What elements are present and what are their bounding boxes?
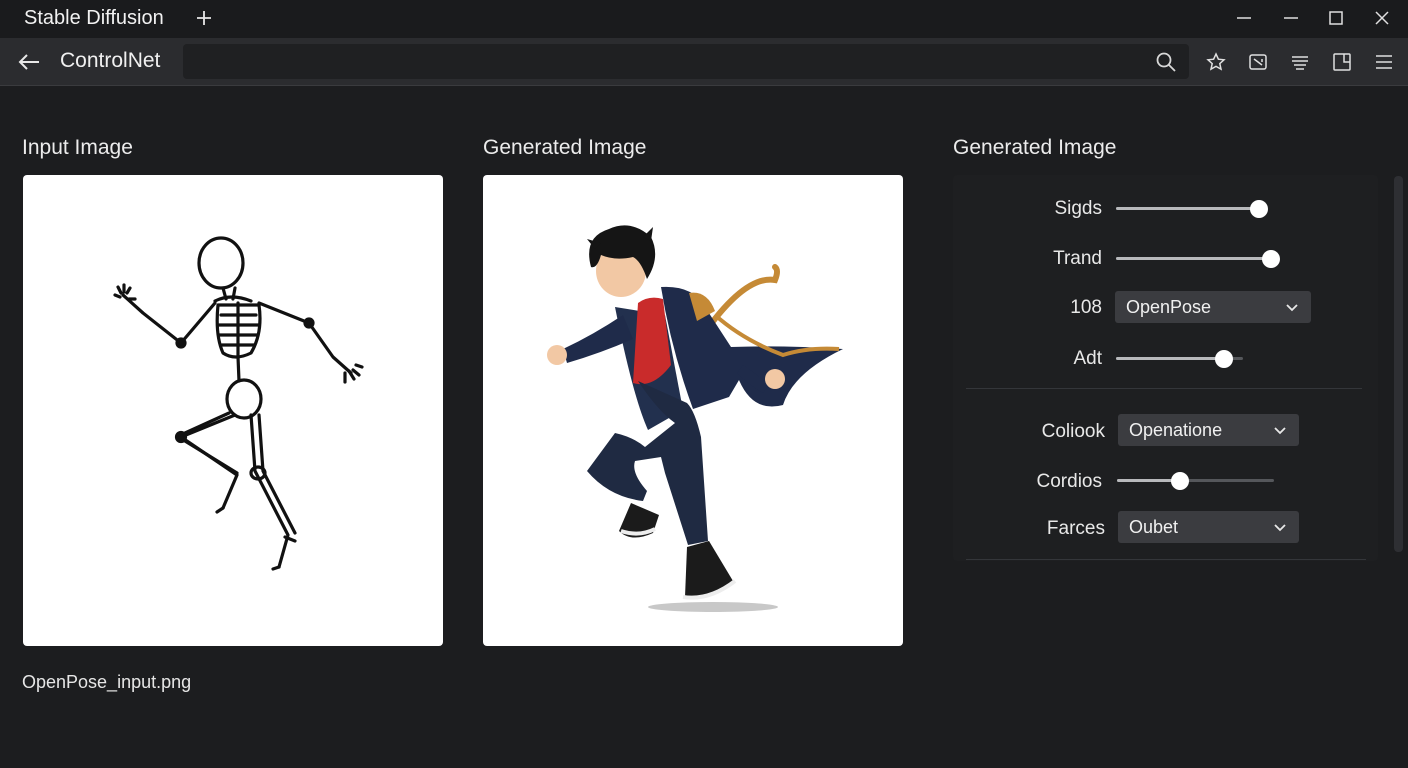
page-title: ControlNet (60, 49, 161, 72)
settings-panel: Sigds Trand 108 OpenPose Adt Coliook Ope… (953, 175, 1378, 561)
split-view-icon (1333, 53, 1351, 71)
settings-scrollbar[interactable] (1394, 176, 1403, 552)
setting-label-farces: Farces (1046, 518, 1105, 539)
input-image-title: Input Image (22, 136, 133, 159)
setting-label-108: 108 (1070, 297, 1102, 318)
generated-image[interactable] (483, 175, 903, 646)
farces-select[interactable]: Oubet (1118, 511, 1299, 543)
search-input[interactable] (183, 44, 1189, 79)
sigds-slider[interactable] (1116, 199, 1269, 219)
plus-icon (197, 11, 211, 25)
star-icon (1206, 52, 1226, 71)
minimize-button[interactable] (1230, 6, 1258, 30)
maximize-button[interactable] (1322, 6, 1350, 30)
maximize-icon (1329, 11, 1343, 25)
title-bar: Stable Diffusion (0, 0, 1408, 38)
bookmark-button[interactable] (1204, 50, 1228, 74)
minimize-icon (1237, 17, 1251, 19)
nav-bar: ControlNet (0, 38, 1408, 86)
back-arrow-icon (18, 54, 39, 70)
back-button[interactable] (16, 50, 42, 74)
chevron-down-icon (1274, 524, 1286, 532)
setting-label-sigds: Sigds (1054, 198, 1102, 219)
screenshot-button[interactable] (1246, 50, 1270, 74)
trand-slider[interactable] (1116, 249, 1280, 269)
menu-button[interactable] (1372, 50, 1396, 74)
settings-panel-title: Generated Image (953, 136, 1117, 159)
adt-slider[interactable] (1116, 349, 1243, 369)
minimize-icon (1284, 17, 1298, 19)
generated-character-image (547, 225, 843, 612)
cordios-slider[interactable] (1117, 471, 1274, 491)
pose-skeleton-image (113, 236, 364, 571)
input-filename: OpenPose_input.png (22, 672, 192, 692)
select-value: OpenPose (1126, 297, 1212, 317)
coliook-select[interactable]: Openatione (1118, 414, 1299, 446)
openpose-select[interactable]: OpenPose (1115, 291, 1311, 323)
reader-icon (1292, 56, 1308, 70)
chevron-down-icon (1286, 304, 1298, 312)
reader-button[interactable] (1288, 50, 1312, 74)
close-icon (1375, 11, 1389, 25)
setting-label-adt: Adt (1073, 348, 1102, 369)
search-icon[interactable] (1155, 51, 1177, 73)
setting-label-coliook: Coliook (1041, 421, 1105, 442)
setting-label-cordios: Cordios (1036, 471, 1102, 492)
input-image[interactable] (23, 175, 443, 646)
settings-divider (966, 388, 1362, 389)
chevron-down-icon (1274, 427, 1286, 435)
setting-label-trand: Trand (1053, 248, 1102, 269)
new-tab-button[interactable] (193, 6, 215, 30)
screenshot-icon (1249, 54, 1267, 70)
select-value: Openatione (1129, 420, 1223, 440)
split-view-button[interactable] (1330, 50, 1354, 74)
select-value: Oubet (1129, 517, 1179, 537)
app-title: Stable Diffusion (24, 7, 164, 29)
settings-divider (966, 559, 1366, 560)
minimize-alt-button[interactable] (1277, 6, 1305, 30)
close-button[interactable] (1368, 6, 1396, 30)
generated-image-title: Generated Image (483, 136, 647, 159)
menu-icon (1376, 55, 1392, 69)
